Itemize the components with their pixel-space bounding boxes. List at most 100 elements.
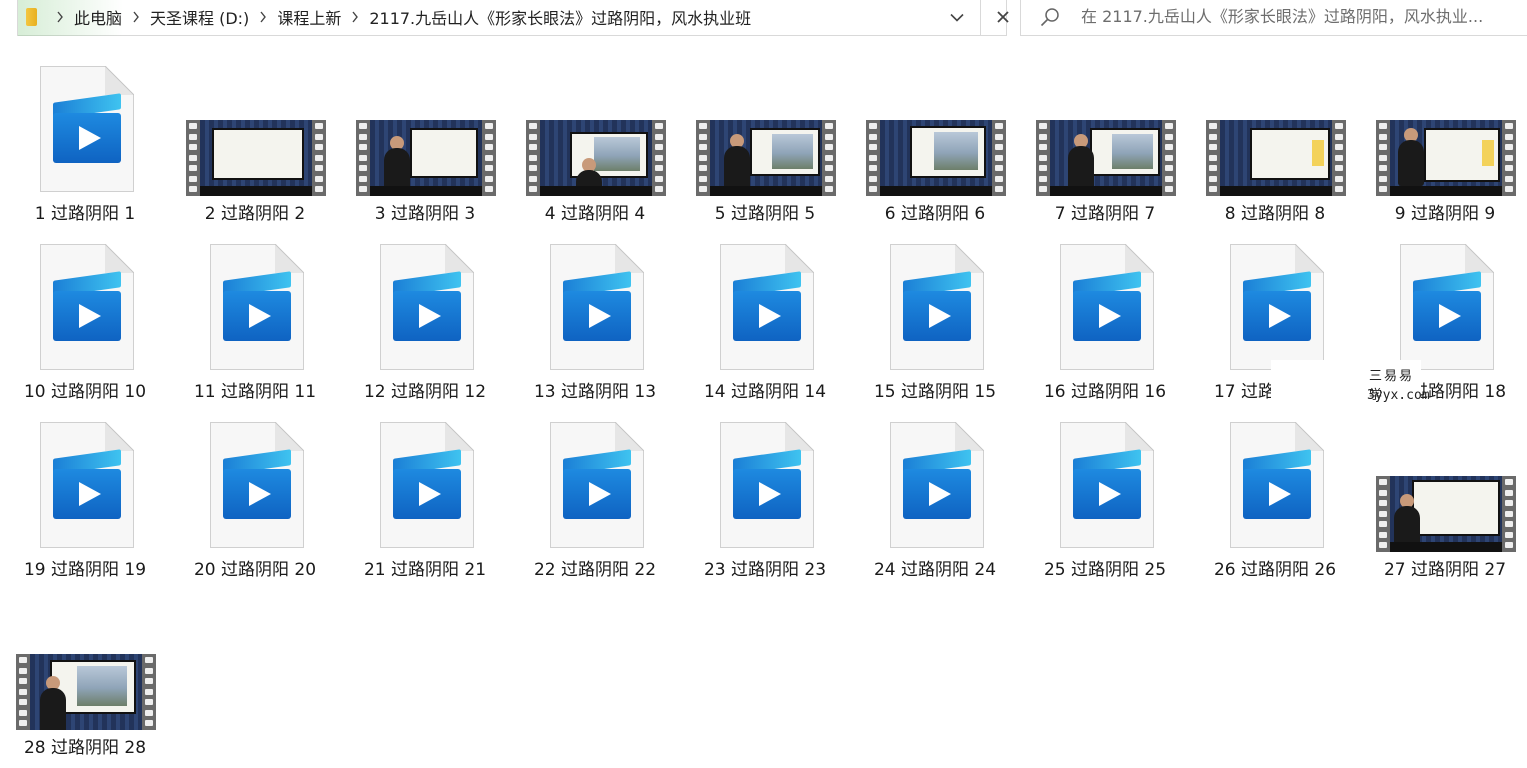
file-item[interactable]: 19 过路阴阳 19 <box>0 394 170 580</box>
sprocket-hole <box>1335 154 1343 161</box>
file-name: 28 过路阴阳 28 <box>23 738 147 758</box>
file-thumbnail <box>1190 394 1360 554</box>
sprocket-hole <box>485 133 493 140</box>
sprocket-hole <box>1165 133 1173 140</box>
file-item[interactable]: 23 过路阴阳 23 <box>680 394 850 580</box>
chevron-right-icon[interactable] <box>54 0 66 34</box>
file-item[interactable]: 20 过路阴阳 20 <box>170 394 340 580</box>
page-fold <box>785 422 814 451</box>
sprocket-hole <box>1209 133 1217 140</box>
address-history-dropdown[interactable] <box>936 0 978 34</box>
sprocket-hole <box>485 175 493 182</box>
file-item[interactable]: 27 过路阴阳 27 <box>1360 394 1527 580</box>
file-item[interactable]: 10 过路阴阳 10 <box>0 216 170 402</box>
film-strip-right <box>652 120 666 196</box>
sprocket-hole <box>19 720 27 726</box>
file-thumbnail <box>340 38 510 198</box>
sprocket-hole <box>1379 531 1387 538</box>
video-frame-thumbnail <box>866 120 1006 196</box>
film-strip-right <box>312 120 326 196</box>
file-item[interactable]: 26 过路阴阳 26 <box>1190 394 1360 580</box>
page-fold <box>275 244 304 273</box>
play-icon <box>1099 304 1121 328</box>
sprocket-hole <box>359 144 367 150</box>
sprocket-hole <box>1165 144 1173 150</box>
sprocket-hole <box>359 186 367 192</box>
sprocket-hole <box>1505 500 1513 506</box>
file-item[interactable]: 21 过路阴阳 21 <box>340 394 510 580</box>
file-item[interactable]: 4 过路阴阳 4 <box>510 38 680 224</box>
file-item[interactable]: 25 过路阴阳 25 <box>1020 394 1190 580</box>
video-frame <box>30 654 142 730</box>
file-thumbnail <box>0 216 170 376</box>
film-strip-left <box>696 120 710 196</box>
file-item[interactable]: 5 过路阴阳 5 <box>680 38 850 224</box>
film-strip-left <box>866 120 880 196</box>
file-name: 25 过路阴阳 25 <box>1043 560 1167 580</box>
folder-icon <box>26 8 37 26</box>
file-name: 22 过路阴阳 22 <box>533 560 657 580</box>
chevron-right-icon[interactable] <box>130 0 142 34</box>
sprocket-hole <box>1379 489 1387 496</box>
watermark: 三易易学 3yyx.com <box>1271 360 1430 410</box>
chevron-right-icon[interactable] <box>257 0 269 34</box>
sprocket-hole <box>825 175 833 182</box>
file-name: 23 过路阴阳 23 <box>703 560 827 580</box>
breadcrumb-item-new-courses[interactable]: 课程上新 <box>269 5 349 29</box>
video-frame-thumbnail <box>1036 120 1176 196</box>
video-frame-thumbnail <box>526 120 666 196</box>
file-item[interactable]: 16 过路阴阳 16 <box>1020 216 1190 402</box>
file-thumbnail <box>850 216 1020 376</box>
play-icon <box>1439 304 1461 328</box>
file-item[interactable]: 15 过路阴阳 15 <box>850 216 1020 402</box>
play-icon <box>419 304 441 328</box>
breadcrumb-item-this-pc[interactable]: 此电脑 <box>66 5 130 29</box>
file-item[interactable]: 12 过路阴阳 12 <box>340 216 510 402</box>
file-item[interactable]: 9 过路阴阳 9 <box>1360 38 1527 224</box>
play-icon <box>249 304 271 328</box>
video-frame <box>1050 120 1162 196</box>
film-strip-right <box>1502 120 1516 196</box>
breadcrumb-item-current-folder[interactable]: 2117.九岳山人《形家长眼法》过路阴阳，风水执业班 <box>361 5 759 29</box>
sprocket-hole <box>1039 133 1047 140</box>
play-icon <box>249 482 271 506</box>
file-item[interactable]: 3 过路阴阳 3 <box>340 38 510 224</box>
sprocket-hole <box>699 123 707 129</box>
file-item[interactable]: 7 过路阴阳 7 <box>1020 38 1190 224</box>
file-item[interactable]: 13 过路阴阳 13 <box>510 216 680 402</box>
file-item[interactable]: 11 过路阴阳 11 <box>170 216 340 402</box>
sprocket-hole <box>359 154 367 161</box>
sprocket-hole <box>145 699 153 705</box>
search-input[interactable]: 在 2117.九岳山人《形家长眼法》过路阴阳，风水执业... <box>1081 0 1483 34</box>
sprocket-hole <box>1209 144 1217 150</box>
file-thumbnail <box>1190 216 1360 376</box>
file-thumbnail <box>1020 394 1190 554</box>
file-item[interactable]: 1 过路阴阳 1 <box>0 38 170 224</box>
file-name: 21 过路阴阳 21 <box>363 560 487 580</box>
file-item[interactable]: 8 过路阴阳 8 <box>1190 38 1360 224</box>
file-item[interactable]: 22 过路阴阳 22 <box>510 394 680 580</box>
search-box[interactable]: 在 2117.九岳山人《形家长眼法》过路阴阳，风水执业... <box>1020 0 1527 36</box>
address-bar[interactable]: 此电脑 天圣课程 (D:) 课程上新 2117.九岳山人《形家长眼法》过路阴阳，… <box>17 0 1009 36</box>
file-item[interactable]: 28 过路阴阳 28 <box>0 572 170 758</box>
sprocket-hole <box>315 154 323 161</box>
sprocket-hole <box>1335 123 1343 129</box>
sprocket-hole <box>189 123 197 129</box>
file-item[interactable]: 6 过路阴阳 6 <box>850 38 1020 224</box>
presenter <box>1398 140 1424 186</box>
presentation-screen <box>910 126 986 178</box>
clear-address-button[interactable] <box>981 0 1025 34</box>
page-fold <box>1295 422 1324 451</box>
sprocket-hole <box>1039 175 1047 182</box>
sprocket-hole <box>825 186 833 192</box>
file-item[interactable]: 2 过路阴阳 2 <box>170 38 340 224</box>
sprocket-hole <box>869 165 877 171</box>
sprocket-hole <box>1379 186 1387 192</box>
breadcrumb-item-drive[interactable]: 天圣课程 (D:) <box>142 5 257 29</box>
file-thumbnail <box>340 394 510 554</box>
chevron-right-icon[interactable] <box>349 0 361 34</box>
file-item[interactable]: 24 过路阴阳 24 <box>850 394 1020 580</box>
file-item[interactable]: 14 过路阴阳 14 <box>680 216 850 402</box>
stage-floor <box>540 186 652 196</box>
sprocket-hole <box>1505 510 1513 517</box>
